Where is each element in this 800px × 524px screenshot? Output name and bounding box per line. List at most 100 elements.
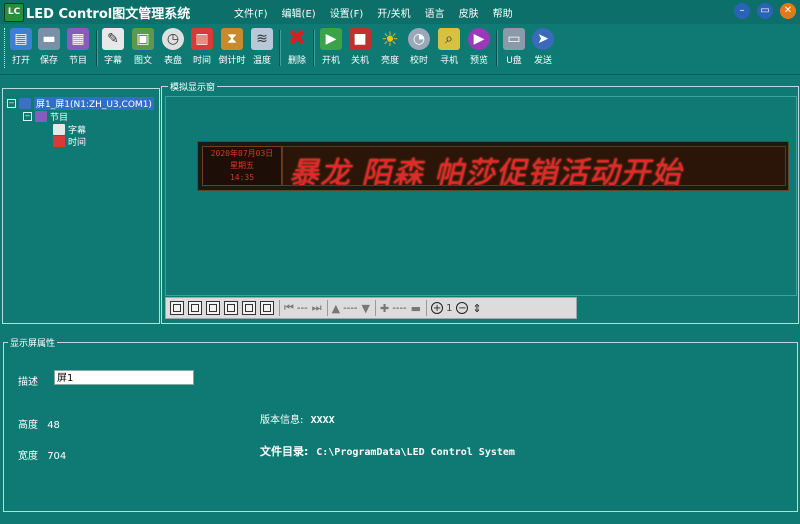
- width-value: 704: [47, 451, 67, 462]
- close-icon[interactable]: ✕: [780, 3, 796, 19]
- subtitle-button[interactable]: ✎ 字幕: [100, 27, 126, 71]
- led-screen-preview: 2020年07月03日 星期五 14:35 暴龙 陌森 帕莎促销活动开始: [197, 141, 789, 191]
- version-row: 版本信息: XXXX: [260, 411, 335, 426]
- layout-4-button[interactable]: [224, 301, 238, 315]
- delete-icon: ✖: [287, 26, 307, 51]
- simulator-group: 模拟显示窗 2020年07月03日 星期五 14:35 暴龙 陌森 帕莎促销活动…: [161, 80, 799, 324]
- version-label: 版本信息:: [260, 415, 304, 426]
- layout-3-button[interactable]: [206, 301, 220, 315]
- height-row: 高度 48: [18, 416, 60, 431]
- temperature-icon: ≋: [251, 28, 273, 50]
- collapse-icon[interactable]: −: [23, 112, 32, 121]
- find-device-icon: ⌕: [438, 28, 460, 50]
- height-value: 48: [47, 420, 60, 431]
- toolbar-separator: [326, 300, 328, 316]
- led-scroll-text: 暴龙 陌森 帕莎促销活动开始: [289, 156, 683, 186]
- toolbar-separator: [426, 300, 428, 316]
- layout-5-button[interactable]: [242, 301, 256, 315]
- h-position: ---: [296, 302, 308, 314]
- folder-row: 文件目录: C:\ProgramData\LED Control System: [260, 443, 515, 459]
- delete-button[interactable]: ✖ 删除: [284, 27, 310, 71]
- menu-edit[interactable]: 编辑(E): [282, 5, 316, 20]
- led-clock-zone: 2020年07月03日 星期五 14:35: [202, 146, 282, 186]
- tree-program-label[interactable]: 节目: [50, 110, 68, 123]
- down-icon[interactable]: ▼: [362, 302, 370, 315]
- program-button[interactable]: ▦ 节目: [65, 27, 91, 71]
- screen-icon: [19, 98, 31, 109]
- usb-drive-icon: ▭: [503, 28, 525, 50]
- tree-item-time[interactable]: 时间: [53, 135, 86, 148]
- simulator-title: 模拟显示窗: [168, 80, 218, 93]
- description-input[interactable]: 屏1: [54, 370, 194, 385]
- minimize-icon[interactable]: –: [734, 3, 750, 19]
- hourglass-icon: ⧗: [221, 28, 243, 50]
- plus-icon[interactable]: ✚: [380, 302, 389, 315]
- title-bar: LC LED Control图文管理系统 文件(F) 编辑(E) 设置(F) 开…: [0, 0, 800, 24]
- height-label: 高度: [18, 420, 38, 431]
- layout-1-button[interactable]: [170, 301, 184, 315]
- led-weekday: 星期五: [230, 161, 254, 170]
- app-logo-icon: LC: [4, 3, 24, 22]
- tree-program-node[interactable]: − 节目: [23, 110, 68, 123]
- subtitle-icon: [53, 124, 65, 135]
- zoom-level: 1: [446, 302, 453, 314]
- first-icon[interactable]: ⏮: [284, 301, 294, 315]
- menu-bar: 文件(F) 编辑(E) 设置(F) 开/关机 语言 皮肤 帮助: [234, 5, 527, 20]
- image-text-button[interactable]: ▣ 图文: [130, 27, 156, 71]
- menu-settings[interactable]: 设置(F): [330, 5, 364, 20]
- last-icon[interactable]: ⏭: [312, 301, 322, 315]
- layout-6-button[interactable]: [260, 301, 274, 315]
- time-sync-button[interactable]: ◔ 校时: [406, 27, 432, 71]
- collapse-icon[interactable]: −: [7, 99, 16, 108]
- led-text-zone: 暴龙 陌森 帕莎促销活动开始: [282, 146, 786, 186]
- up-icon[interactable]: ▲: [332, 302, 340, 315]
- save-disk-icon: ▬: [38, 28, 60, 50]
- preview-button[interactable]: ▶ 预览: [466, 27, 492, 71]
- menu-power[interactable]: 开/关机: [377, 5, 410, 20]
- led-time: 14:35: [229, 173, 255, 182]
- menu-language[interactable]: 语言: [425, 5, 445, 20]
- version-value: XXXX: [310, 415, 335, 426]
- open-folder-icon: ▤: [10, 28, 32, 50]
- folder-label: 文件目录:: [260, 445, 309, 458]
- power-off-button[interactable]: ■ 关机: [347, 27, 373, 71]
- time-sync-icon: ◔: [408, 28, 430, 50]
- power-on-icon: ▶: [320, 28, 342, 50]
- zoom-in-icon[interactable]: +: [431, 302, 444, 314]
- image-text-icon: ▣: [132, 28, 154, 50]
- calendar-icon: [53, 136, 65, 147]
- screen-properties-group: 显示屏属性 描述 屏1 高度 48 宽度 704 版本信息: XXXX 文件目录…: [3, 336, 798, 512]
- minus-icon[interactable]: ▬: [411, 302, 421, 315]
- brightness-icon: ☀: [381, 27, 399, 51]
- menu-file[interactable]: 文件(F): [234, 5, 268, 20]
- app-title: LED Control图文管理系统: [26, 7, 191, 22]
- v-position: ----: [343, 302, 358, 314]
- find-device-button[interactable]: ⌕ 寻机: [436, 27, 462, 71]
- properties-title: 显示屏属性: [8, 336, 58, 349]
- width-label: 宽度: [18, 451, 38, 462]
- toolbar-separator: [279, 300, 280, 316]
- countdown-button[interactable]: ⧗ 倒计时: [218, 27, 246, 71]
- tree-screen-node[interactable]: − 屏1_屏1(N1:ZH_U3,COM1): [7, 97, 154, 110]
- clock-dial-icon: ◷: [162, 28, 184, 50]
- restore-icon[interactable]: ▭: [757, 3, 773, 19]
- fit-icon[interactable]: ⇕: [472, 302, 481, 315]
- menu-skin[interactable]: 皮肤: [459, 5, 479, 20]
- subtitle-icon: ✎: [102, 28, 124, 50]
- program-icon: ▦: [67, 28, 89, 50]
- menu-help[interactable]: 帮助: [493, 5, 513, 20]
- time-button[interactable]: ▥ 时间: [189, 27, 215, 71]
- simulator-canvas: 2020年07月03日 星期五 14:35 暴龙 陌森 帕莎促销活动开始: [165, 96, 797, 296]
- toolbar-separator: [375, 300, 377, 316]
- temperature-button[interactable]: ≋ 温度: [249, 27, 275, 71]
- description-label: 描述: [18, 377, 38, 388]
- send-button[interactable]: ➤ 发送: [530, 27, 556, 71]
- layout-2-button[interactable]: [188, 301, 202, 315]
- power-off-icon: ■: [349, 28, 371, 50]
- calendar-icon: ▥: [191, 28, 213, 50]
- main-toolbar: ▤ 打开 ▬ 保存 ▦ 节目 ✎ 字幕 ▣ 图文 ◷ 表盘 ▥ 时间 ⧗ 倒计时…: [0, 24, 800, 75]
- send-icon: ➤: [532, 28, 554, 50]
- zoom-out-icon[interactable]: −: [456, 302, 469, 314]
- folder-value: C:\ProgramData\LED Control System: [316, 447, 515, 458]
- tree-screen-label[interactable]: 屏1_屏1(N1:ZH_U3,COM1): [34, 97, 154, 110]
